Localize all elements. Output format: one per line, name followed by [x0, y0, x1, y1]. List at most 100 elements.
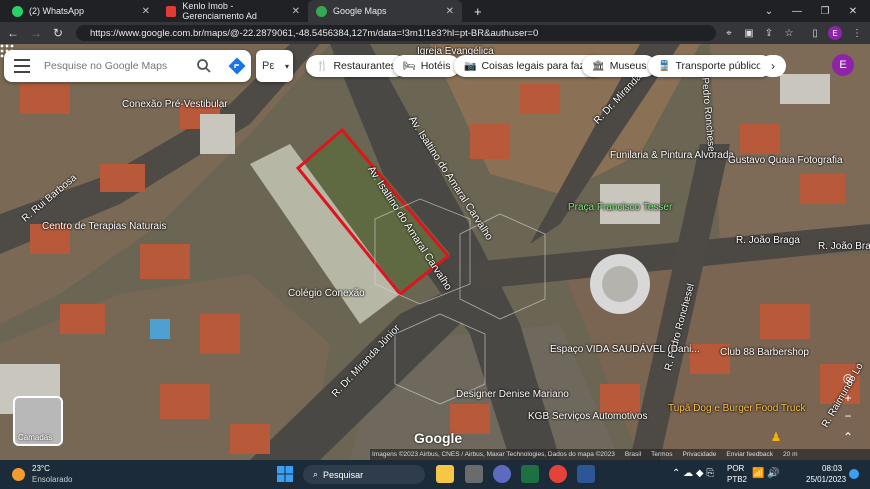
chip-hotels[interactable]: 🛏 Hotéis: [393, 55, 461, 77]
clock-date[interactable]: 25/01/2023: [806, 475, 846, 484]
close-tab-icon[interactable]: ✕: [142, 6, 150, 17]
place-label[interactable]: Conexão Pré-Vestibular: [122, 99, 228, 110]
scale-label[interactable]: 20 m: [783, 451, 797, 458]
forward-icon[interactable]: →: [28, 25, 44, 41]
chrome-icon[interactable]: [549, 465, 567, 483]
tab-label: Kenlo Imob - Gerenciamento Ad: [182, 1, 257, 21]
privacy-link[interactable]: Privacidade: [682, 451, 716, 458]
weather-temp[interactable]: 23°C: [32, 464, 50, 473]
profile-avatar[interactable]: E: [828, 26, 842, 40]
close-tab-icon[interactable]: ✕: [292, 6, 300, 17]
network-sound-icons[interactable]: 📶 🔊: [752, 468, 780, 479]
notification-icon[interactable]: [849, 469, 859, 479]
expand-icon[interactable]: ⌃: [838, 428, 858, 446]
camera-icon: 📷: [464, 60, 477, 72]
chip-label: Coisas legais para faz...: [481, 60, 594, 72]
terms-link[interactable]: Termos: [651, 451, 672, 458]
country-link[interactable]: Brasil: [625, 451, 641, 458]
chip-transit[interactable]: 🚆 Transporte público: [648, 55, 773, 77]
tab-label: (2) WhatsApp: [29, 6, 85, 16]
hotel-icon: 🛏: [403, 60, 416, 72]
search-input[interactable]: [44, 58, 184, 74]
back-icon[interactable]: ←: [5, 25, 21, 41]
tray-icons[interactable]: ⌃ ☁ ◆ ⎘: [672, 468, 714, 479]
restore-icon[interactable]: ❐: [811, 0, 839, 22]
apps-grid-icon[interactable]: [0, 44, 14, 58]
bookmark-star-icon[interactable]: ☆: [782, 26, 796, 40]
feedback-link[interactable]: Enviar feedback: [726, 451, 773, 458]
place-label[interactable]: Espaço VIDA SAUDÁVEL (Dani...: [550, 344, 700, 355]
reload-icon[interactable]: ↻: [50, 25, 66, 41]
search-icon: ⌕: [313, 469, 319, 479]
chips-next-icon[interactable]: ›: [760, 55, 786, 77]
place-label[interactable]: Centro de Terapias Naturais: [42, 221, 166, 232]
url-text: https://www.google.com.br/maps/@-22.2879…: [90, 27, 539, 39]
place-label[interactable]: Gustavo Quaia Fotografia: [728, 155, 843, 166]
chip-label: Museus: [609, 60, 647, 72]
pegman-icon[interactable]: ♟: [766, 428, 786, 446]
place-label[interactable]: Colégio Conexão: [288, 288, 365, 299]
new-tab-button[interactable]: +: [466, 0, 488, 22]
place-label[interactable]: Praça Francisco Tesser: [568, 202, 672, 213]
chip-label: Restaurantes: [333, 60, 396, 72]
file-explorer-icon[interactable]: [436, 465, 454, 483]
minimize-icon[interactable]: —: [783, 0, 811, 22]
tab-kenlo[interactable]: Kenlo Imob - Gerenciamento Ad ✕: [158, 0, 308, 22]
museum-icon: 🏛: [592, 60, 605, 72]
hamburger-menu-icon[interactable]: [14, 59, 30, 73]
place-label[interactable]: KGB Serviços Automotivos: [528, 411, 648, 422]
tab-whatsapp[interactable]: (2) WhatsApp ✕: [4, 0, 158, 22]
satellite-map[interactable]: Av. Isaltino do Amaral Carvalho Av. Isal…: [0, 44, 870, 460]
account-avatar[interactable]: E: [832, 54, 854, 76]
attribution-bar: Imagens ©2023 Airbus, CNES / Airbus, Max…: [370, 449, 870, 460]
menu-kebab-icon[interactable]: ⋮: [850, 26, 864, 40]
location-icon[interactable]: ⌖: [722, 26, 736, 40]
close-window-icon[interactable]: ✕: [839, 0, 867, 22]
secondary-input[interactable]: Pε ▾: [256, 50, 293, 82]
close-tab-icon[interactable]: ✕: [446, 6, 454, 17]
app-icon[interactable]: [493, 465, 511, 483]
chip-restaurants[interactable]: 🍴 Restaurantes: [306, 55, 406, 77]
media-icon[interactable]: [465, 465, 483, 483]
my-location-icon[interactable]: ◎: [838, 369, 858, 387]
tab-label: Google Maps: [333, 6, 387, 16]
weather-sun-icon: [12, 468, 25, 481]
layers-label: Camadas: [18, 433, 53, 442]
layers-button[interactable]: Camadas: [13, 396, 63, 446]
restaurant-icon: 🍴: [316, 60, 329, 72]
zoom-out-button[interactable]: −: [838, 407, 858, 425]
place-label[interactable]: Funilaria & Pintura Alvorada: [610, 150, 734, 161]
install-app-icon[interactable]: ▣: [742, 26, 756, 40]
windows-start-icon[interactable]: [277, 466, 293, 482]
street-label: R. João Braga: [736, 235, 800, 246]
whatsapp-icon: [12, 5, 23, 17]
word-icon[interactable]: [577, 465, 595, 483]
weather-desc[interactable]: Ensolarado: [32, 475, 72, 484]
directions-icon[interactable]: [228, 57, 246, 75]
place-label[interactable]: Designer Denise Mariano: [456, 389, 569, 400]
taskbar-search-label: Pesquisar: [323, 469, 364, 480]
keyboard-lang[interactable]: POR: [727, 464, 744, 473]
tab-google-maps[interactable]: Google Maps ✕: [308, 0, 462, 22]
clock-time[interactable]: 08:03: [822, 464, 842, 473]
imagery-credit: Imagens ©2023 Airbus, CNES / Airbus, Max…: [372, 451, 615, 458]
share-icon[interactable]: ⇪: [762, 26, 776, 40]
taskbar-search[interactable]: ⌕ Pesquisar: [303, 465, 425, 484]
tab-search-icon[interactable]: ⌄: [755, 0, 783, 22]
maps-icon: [316, 5, 327, 17]
keyboard-layout[interactable]: PTB2: [727, 475, 747, 484]
place-label[interactable]: Tupã Dog e Burger Food Truck: [668, 403, 805, 414]
maps-search-box: [4, 50, 251, 82]
chip-label: Transporte público: [675, 60, 763, 72]
windows-taskbar: 23°C Ensolarado ⌕ Pesquisar ⌃ ☁ ◆ ⎘ POR P…: [0, 460, 870, 489]
zoom-in-button[interactable]: +: [838, 389, 858, 407]
search-icon[interactable]: [196, 58, 212, 74]
chip-label: Hotéis: [420, 60, 451, 72]
place-label[interactable]: Club 88 Barbershop: [720, 347, 809, 358]
chip-museums[interactable]: 🏛 Museus: [582, 55, 657, 77]
excel-icon[interactable]: [521, 465, 539, 483]
side-panel-icon[interactable]: ▯: [808, 26, 822, 40]
secondary-input-text: Pε: [262, 60, 275, 72]
address-bar[interactable]: https://www.google.com.br/maps/@-22.2879…: [76, 25, 716, 41]
google-logo: Google: [414, 430, 463, 446]
